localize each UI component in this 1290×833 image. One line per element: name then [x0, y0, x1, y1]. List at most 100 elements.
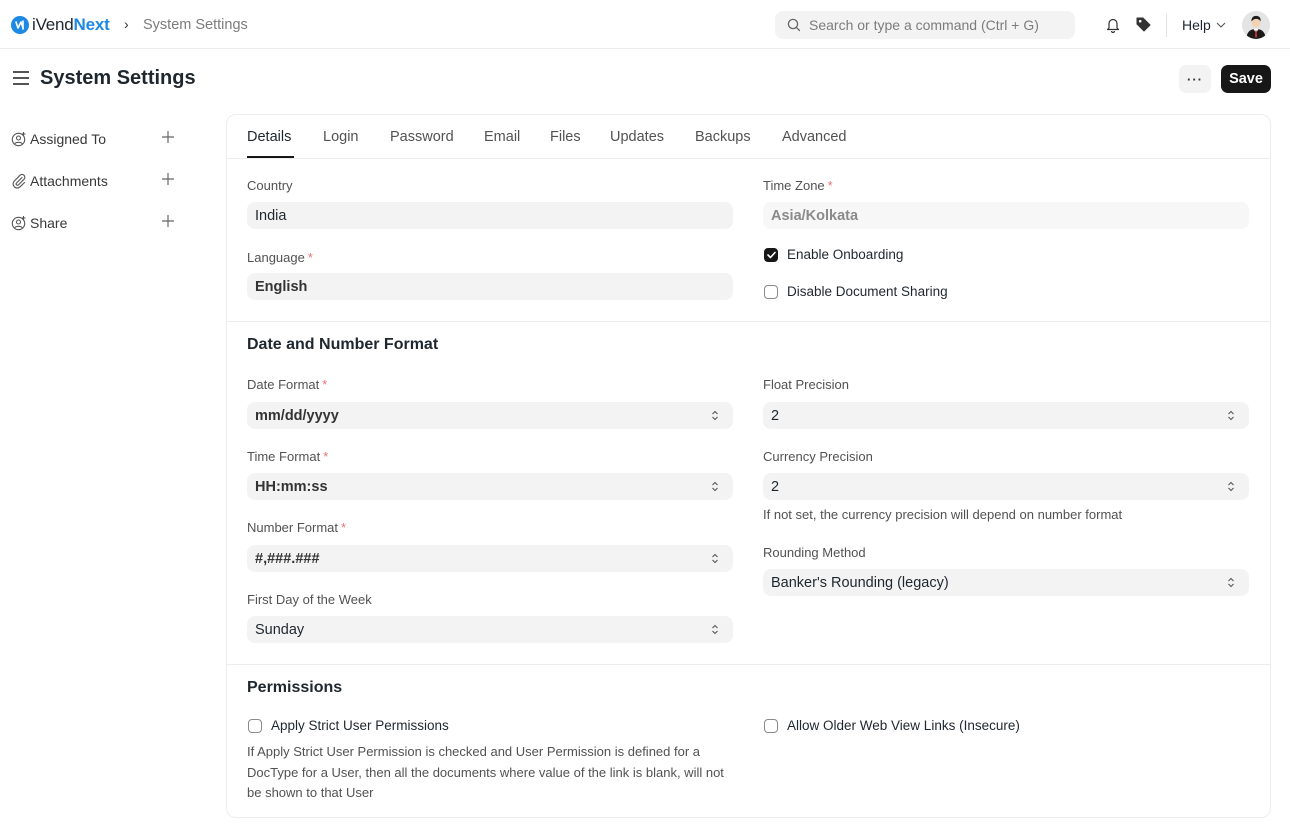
- avatar[interactable]: [1242, 11, 1270, 39]
- number-format-label: Number Format *: [247, 520, 346, 535]
- checkbox-unchecked[interactable]: [248, 718, 262, 733]
- time-format-label: Time Format *: [247, 449, 328, 464]
- country-field[interactable]: India: [247, 202, 733, 229]
- label-text: Time Format: [247, 449, 321, 464]
- checkbox-unchecked[interactable]: [764, 718, 778, 733]
- sidebar-toggle-button[interactable]: [13, 71, 29, 85]
- disable-document-sharing-checkbox[interactable]: Disable Document Sharing: [764, 284, 948, 299]
- required-indicator: *: [322, 377, 328, 392]
- breadcrumb-system-settings[interactable]: System Settings: [143, 17, 248, 33]
- sidebar-item-label: Attachments: [30, 173, 108, 189]
- required-indicator: *: [307, 250, 313, 265]
- logo-icon: [11, 16, 29, 34]
- add-attachment-icon[interactable]: [161, 172, 175, 186]
- date-format-label: Date Format *: [247, 377, 327, 392]
- label-text: Date Format: [247, 377, 320, 392]
- currency-precision-value: 2: [771, 478, 780, 495]
- hamburger-line: [13, 77, 29, 79]
- tab-email[interactable]: Email: [484, 129, 520, 145]
- enable-onboarding-checkbox[interactable]: Enable Onboarding: [764, 247, 903, 262]
- float-precision-label: Float Precision: [763, 377, 849, 392]
- sidebar-item-share[interactable]: Share: [11, 212, 181, 234]
- time-zone-field: Asia/Kolkata: [763, 202, 1249, 229]
- paperclip-icon: [11, 173, 27, 189]
- required-indicator: *: [827, 178, 833, 193]
- currency-precision-select[interactable]: 2: [763, 473, 1249, 500]
- date-format-value: mm/dd/yyyy: [255, 407, 339, 424]
- tab-details[interactable]: Details: [247, 129, 291, 145]
- sidebar-item-label: Assigned To: [30, 131, 107, 147]
- add-share-icon[interactable]: [161, 214, 175, 228]
- number-format-value: #,###.###: [255, 550, 320, 567]
- language-field[interactable]: English: [247, 273, 733, 300]
- tab-advanced[interactable]: Advanced: [782, 129, 847, 145]
- first-day-of-week-value: Sunday: [255, 621, 305, 638]
- add-assignment-icon[interactable]: [161, 130, 175, 144]
- search-bar[interactable]: [775, 11, 1075, 39]
- select-chevron-icon: [1228, 481, 1234, 492]
- date-format-select[interactable]: mm/dd/yyyy: [247, 402, 733, 429]
- search-input[interactable]: [809, 17, 1069, 33]
- apply-strict-user-permissions-checkbox[interactable]: Apply Strict User Permissions: [248, 718, 449, 733]
- check-icon: [766, 251, 776, 258]
- sidebar-item-attachments[interactable]: Attachments: [11, 170, 181, 192]
- select-chevron-icon: [712, 410, 718, 421]
- label-text: Language: [247, 250, 305, 265]
- tab-backups[interactable]: Backups: [695, 129, 751, 145]
- select-chevron-icon: [712, 481, 718, 492]
- checkbox-label: Apply Strict User Permissions: [271, 718, 449, 733]
- notifications-button[interactable]: [1104, 15, 1122, 33]
- language-value: English: [255, 278, 308, 295]
- help-dropdown[interactable]: Help: [1182, 17, 1226, 33]
- checkbox-checked[interactable]: [764, 247, 778, 262]
- more-actions-button[interactable]: ···: [1179, 65, 1211, 93]
- first-day-of-week-select[interactable]: Sunday: [247, 616, 733, 643]
- tab-login[interactable]: Login: [323, 129, 358, 145]
- tab-files[interactable]: Files: [550, 129, 581, 145]
- tags-button[interactable]: [1134, 15, 1152, 33]
- label-text: Number Format: [247, 520, 339, 535]
- select-chevron-icon: [1228, 577, 1234, 588]
- time-format-select[interactable]: HH:mm:ss: [247, 473, 733, 500]
- brand-name: iVendNext: [32, 15, 110, 35]
- tab-updates[interactable]: Updates: [610, 129, 664, 145]
- first-day-of-week-label: First Day of the Week: [247, 592, 372, 607]
- float-precision-select[interactable]: 2: [763, 402, 1249, 429]
- breadcrumb-separator: ›: [124, 16, 129, 32]
- save-button[interactable]: Save: [1221, 65, 1271, 93]
- label-text: Rounding Method: [763, 545, 866, 560]
- active-tab-indicator: [247, 156, 294, 158]
- number-format-select[interactable]: #,###.###: [247, 545, 733, 572]
- section-divider: [227, 321, 1270, 322]
- apply-strict-description: If Apply Strict User Permission is check…: [247, 744, 724, 800]
- checkbox-unchecked[interactable]: [764, 284, 778, 299]
- sidebar-item-assigned-to[interactable]: Assigned To: [11, 128, 181, 150]
- rounding-method-label: Rounding Method: [763, 545, 866, 560]
- time-zone-label: Time Zone *: [763, 178, 833, 193]
- assign-user-icon: [11, 131, 27, 147]
- bell-icon: [1106, 18, 1120, 33]
- tag-icon: [1136, 17, 1150, 31]
- required-indicator: *: [341, 520, 347, 535]
- share-user-icon: [11, 215, 27, 231]
- brand-logo-link[interactable]: iVendNext: [11, 15, 110, 35]
- label-text: Currency Precision: [763, 449, 873, 464]
- user-avatar-icon: [1242, 11, 1270, 39]
- tab-password[interactable]: Password: [390, 129, 454, 145]
- label-text: First Day of the Week: [247, 592, 372, 607]
- search-icon: [787, 18, 801, 32]
- form-card: Details Login Password Email Files Updat…: [226, 114, 1271, 818]
- hamburger-line: [13, 71, 29, 73]
- currency-precision-label: Currency Precision: [763, 449, 873, 464]
- allow-older-web-view-links-checkbox[interactable]: Allow Older Web View Links (Insecure): [764, 718, 1020, 733]
- brand-suffix: Next: [73, 15, 110, 34]
- navbar-divider: [1166, 13, 1167, 37]
- float-precision-value: 2: [771, 407, 780, 424]
- rounding-method-select[interactable]: Banker's Rounding (legacy): [763, 569, 1249, 596]
- section-title-date-number-format: Date and Number Format: [247, 336, 439, 353]
- time-zone-value: Asia/Kolkata: [771, 207, 859, 224]
- required-indicator: *: [323, 449, 329, 464]
- currency-precision-description: If not set, the currency precision will …: [763, 507, 1123, 522]
- language-label: Language *: [247, 250, 313, 265]
- select-chevron-icon: [712, 624, 718, 635]
